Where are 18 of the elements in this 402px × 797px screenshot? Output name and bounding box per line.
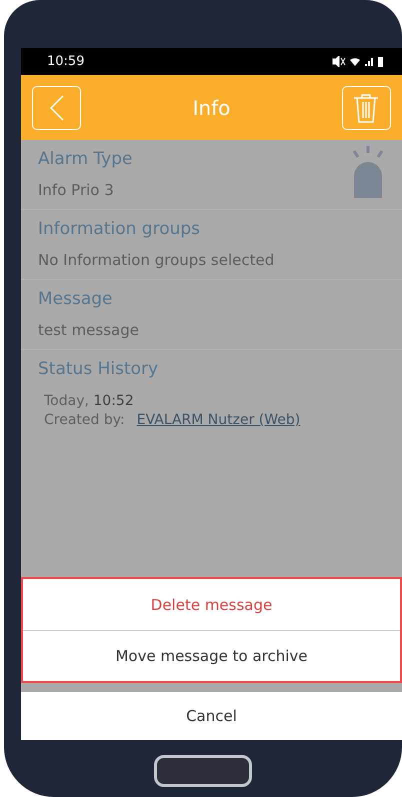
- field-value: Info Prio 3: [38, 181, 115, 199]
- status-time: 10:59: [47, 54, 84, 69]
- field-value: No Information groups selected: [38, 251, 276, 269]
- history-time: Today, 10:52: [43, 393, 135, 409]
- status-icons: [332, 56, 384, 67]
- field-label: Information groups: [38, 219, 202, 239]
- field-value: test message: [38, 321, 140, 339]
- field-label: Message: [38, 289, 114, 309]
- delete-button[interactable]: [342, 86, 391, 130]
- cancel-button[interactable]: Cancel: [21, 692, 402, 740]
- trash-icon: [353, 92, 380, 122]
- field-label: Alarm Type: [38, 149, 134, 169]
- home-button[interactable]: [154, 755, 252, 787]
- created-by-label: Created by:: [43, 412, 125, 428]
- section-label: Status History: [38, 359, 160, 379]
- back-button[interactable]: [32, 86, 81, 130]
- screen-title: Info: [192, 96, 230, 120]
- chevron-left-icon: [50, 94, 64, 120]
